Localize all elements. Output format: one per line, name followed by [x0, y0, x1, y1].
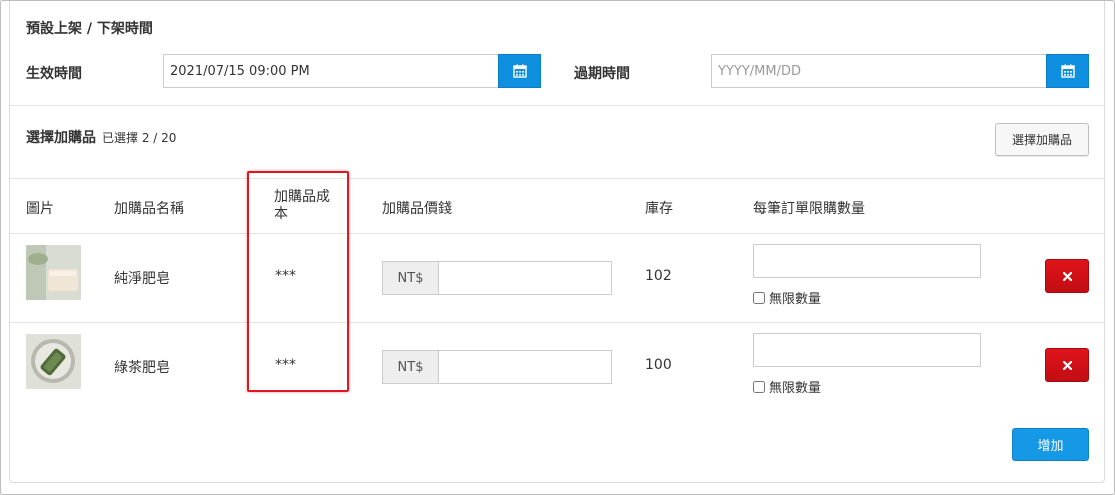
unlimited-label: 無限數量	[769, 292, 822, 307]
addon-title: 選擇加購品	[26, 130, 96, 146]
unlimited-label: 無限數量	[769, 381, 822, 396]
schedule-title: 預設上架 / 下架時間	[26, 21, 153, 37]
limit-quantity-input[interactable]	[753, 244, 981, 278]
times-icon	[1062, 360, 1072, 370]
col-header-image: 圖片	[26, 201, 54, 217]
col-header-price: 加購品價錢	[382, 201, 452, 217]
col-header-stock: 庫存	[645, 201, 673, 217]
remove-row-button[interactable]	[1045, 259, 1089, 293]
price-input-group: NT$	[382, 261, 612, 295]
select-addon-button[interactable]: 選擇加購品	[995, 123, 1089, 156]
price-input[interactable]	[438, 261, 612, 295]
addon-stock: 102	[645, 268, 672, 284]
effective-time-label: 生效時間	[26, 66, 82, 82]
expire-time-input[interactable]	[711, 54, 1047, 88]
expire-calendar-button[interactable]	[1046, 54, 1089, 88]
addon-name: 綠茶肥皂	[114, 360, 170, 376]
effective-time-input[interactable]	[163, 54, 499, 88]
price-input[interactable]	[438, 350, 612, 384]
effective-calendar-button[interactable]	[498, 54, 541, 88]
col-header-name: 加購品名稱	[114, 201, 184, 217]
product-thumbnail	[26, 245, 81, 300]
remove-row-button[interactable]	[1045, 348, 1089, 382]
addon-selected-count: 已選擇 2 / 20	[102, 131, 177, 145]
calendar-icon	[512, 64, 527, 78]
currency-addon: NT$	[382, 261, 438, 295]
times-icon	[1062, 271, 1072, 281]
currency-addon: NT$	[382, 350, 438, 384]
row-divider	[10, 322, 1104, 323]
product-thumbnail	[26, 334, 81, 389]
unlimited-checkbox[interactable]	[753, 291, 765, 304]
limit-quantity-input[interactable]	[753, 333, 981, 367]
section-divider	[10, 105, 1104, 106]
addon-stock: 100	[645, 357, 672, 373]
addon-header: 選擇加購品 已選擇 2 / 20	[26, 127, 176, 147]
unlimited-checkbox-row: 無限數量	[753, 377, 821, 396]
unlimited-checkbox[interactable]	[753, 380, 765, 393]
calendar-icon	[1060, 64, 1075, 78]
add-button[interactable]: 增加	[1012, 428, 1089, 461]
table-divider	[10, 233, 1104, 234]
unlimited-checkbox-row: 無限數量	[753, 288, 821, 307]
highlight-box	[247, 171, 349, 392]
section-divider	[10, 178, 1104, 179]
expire-time-label: 過期時間	[574, 66, 630, 82]
price-input-group: NT$	[382, 350, 612, 384]
addon-name: 純淨肥皂	[114, 271, 170, 287]
col-header-limit: 每筆訂單限購數量	[753, 201, 865, 217]
